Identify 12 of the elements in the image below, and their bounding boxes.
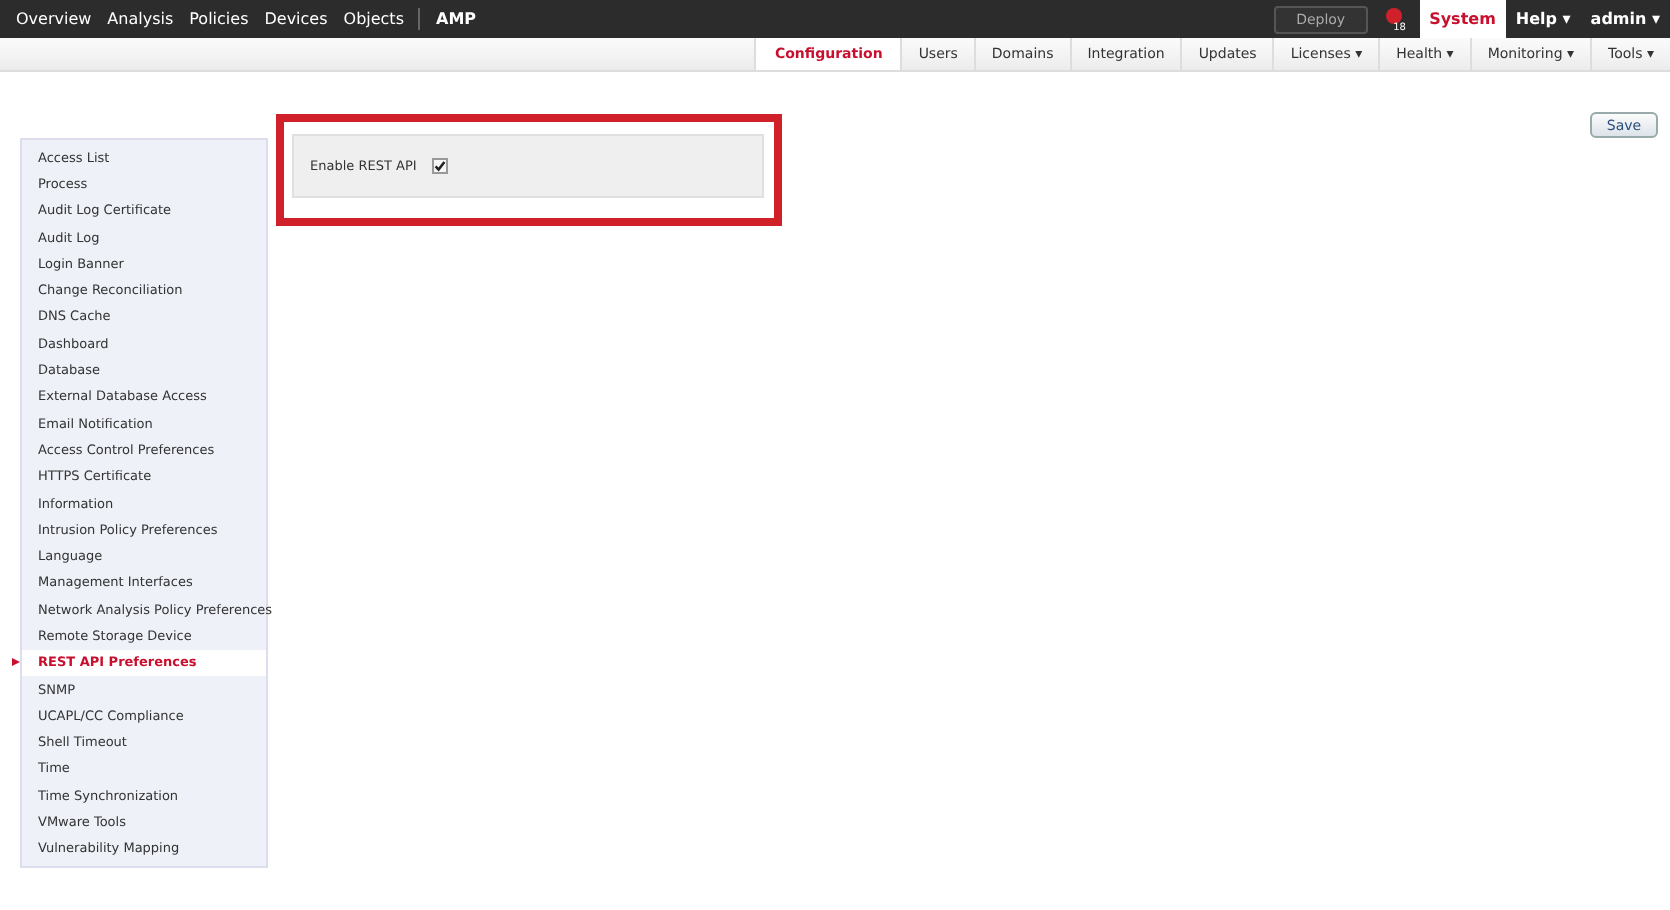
nav-link[interactable]: AMP [418, 8, 485, 30]
checkbox[interactable] [432, 158, 449, 174]
nav-link[interactable]: Overview [8, 8, 100, 30]
arrow-icon [12, 657, 20, 666]
nav-link[interactable]: Objects [335, 8, 412, 30]
nav-link[interactable]: Policies [181, 8, 257, 30]
nav-link[interactable]: Devices [256, 8, 336, 30]
nav-tab[interactable]: System [1419, 0, 1506, 38]
nav-link[interactable]: Analysis [99, 8, 182, 30]
nav-tab[interactable]: Help ▾ [1505, 0, 1581, 38]
nav-tab[interactable]: admin ▾ [1580, 0, 1670, 38]
check-icon [434, 160, 447, 172]
